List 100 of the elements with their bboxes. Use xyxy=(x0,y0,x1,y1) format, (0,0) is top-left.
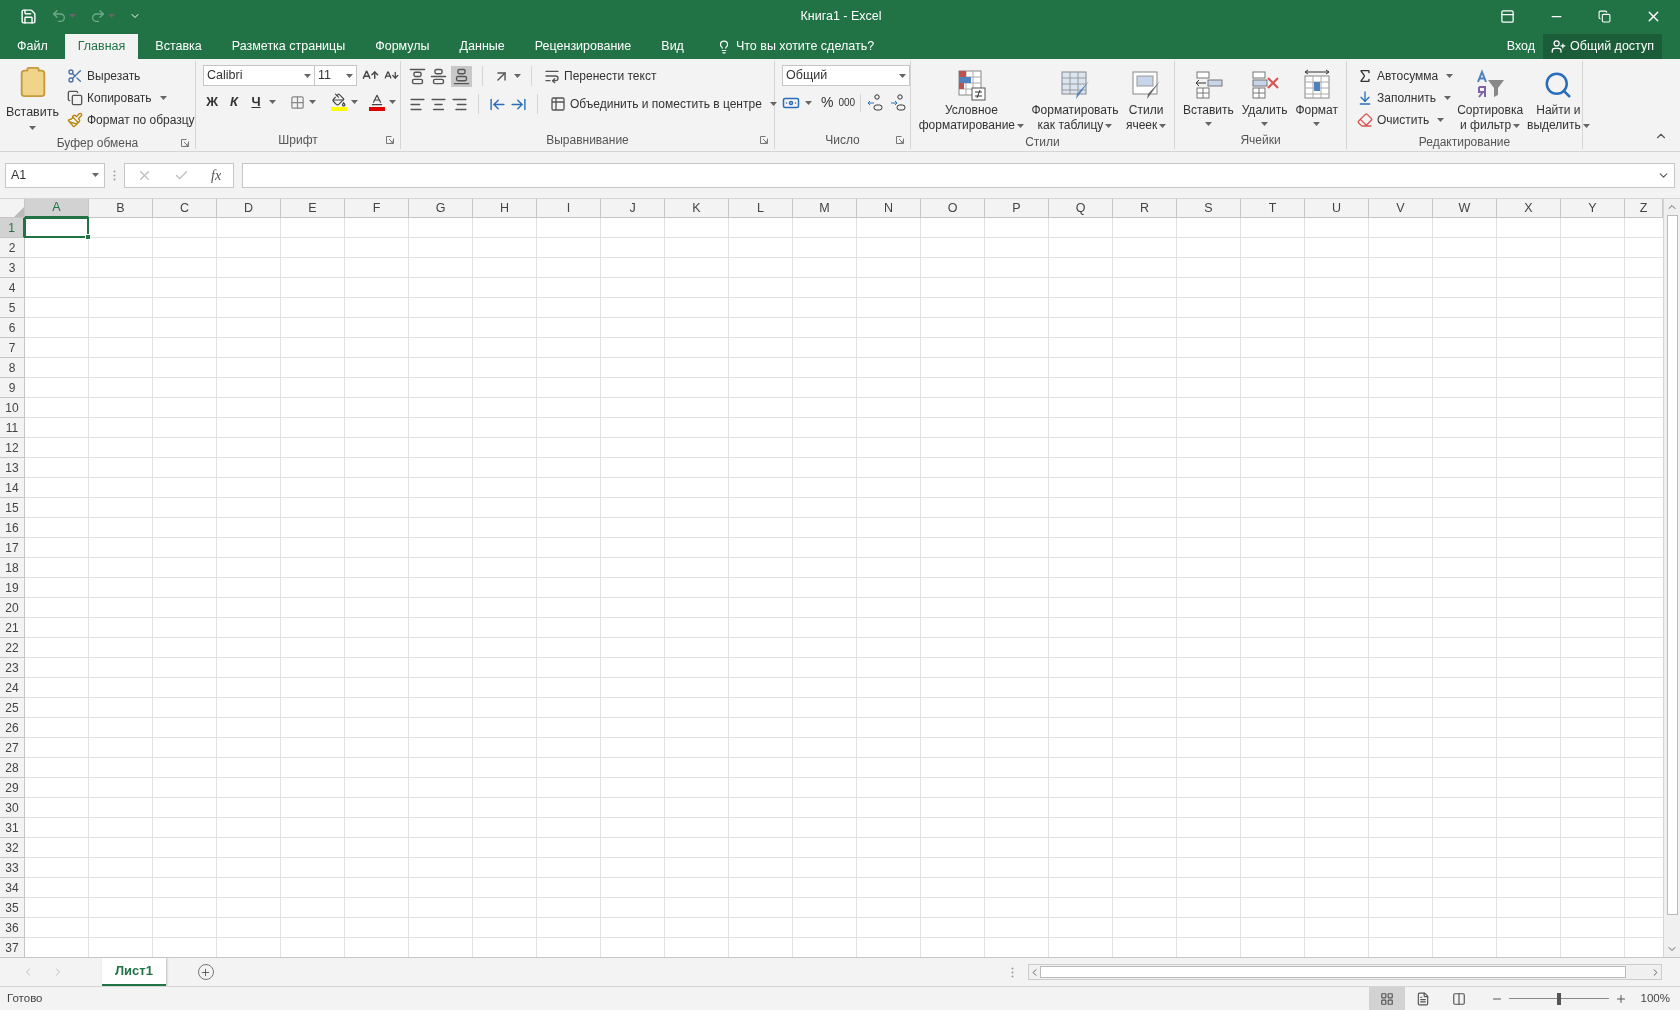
row-header[interactable]: 1 xyxy=(0,218,25,238)
row-header[interactable]: 36 xyxy=(0,918,25,938)
row-header[interactable]: 21 xyxy=(0,618,25,638)
font-color-icon[interactable] xyxy=(368,93,385,111)
align-top-icon[interactable] xyxy=(409,67,426,85)
fill-color-icon[interactable] xyxy=(330,93,347,111)
horizontal-scrollbar[interactable] xyxy=(1028,964,1662,980)
italic-button[interactable]: К xyxy=(225,92,243,112)
drag-handle-icon[interactable] xyxy=(1011,966,1014,978)
format-painter-button[interactable]: Формат по образцу xyxy=(65,109,197,131)
cell-styles-button[interactable]: Стили ячеек xyxy=(1123,65,1169,133)
row-header[interactable]: 14 xyxy=(0,478,25,498)
format-as-table-button[interactable]: Форматировать как таблицу xyxy=(1029,65,1121,133)
zoom-percentage[interactable]: 100% xyxy=(1640,989,1670,1008)
insert-function-button[interactable]: fx xyxy=(211,164,222,186)
align-bottom-icon[interactable] xyxy=(453,67,470,85)
zoom-slider-thumb[interactable] xyxy=(1556,992,1561,1005)
fill-button[interactable]: Заполнить xyxy=(1355,87,1456,109)
formula-input[interactable] xyxy=(242,162,1675,188)
fill-handle[interactable] xyxy=(85,234,91,240)
row-header[interactable]: 16 xyxy=(0,518,25,538)
wrap-text-button[interactable]: Перенести текст xyxy=(542,65,659,87)
zoom-slider[interactable] xyxy=(1508,992,1609,1005)
row-header[interactable]: 33 xyxy=(0,858,25,878)
ribbon-tab[interactable]: Данные xyxy=(446,34,518,59)
row-header[interactable]: 31 xyxy=(0,818,25,838)
thousands-separator-button[interactable]: 000 xyxy=(838,95,856,110)
row-header[interactable]: 32 xyxy=(0,838,25,858)
row-header[interactable]: 15 xyxy=(0,498,25,518)
row-header[interactable]: 6 xyxy=(0,318,25,338)
row-header[interactable]: 9 xyxy=(0,378,25,398)
row-header[interactable]: 26 xyxy=(0,718,25,738)
row-header[interactable]: 29 xyxy=(0,778,25,798)
percent-button[interactable]: % xyxy=(821,92,834,113)
row-header[interactable]: 25 xyxy=(0,698,25,718)
borders-icon[interactable] xyxy=(290,94,305,110)
row-header[interactable]: 34 xyxy=(0,878,25,898)
ribbon-display-icon[interactable] xyxy=(1500,8,1515,24)
underline-button[interactable]: Ч xyxy=(247,92,265,112)
row-header[interactable]: 19 xyxy=(0,578,25,598)
row-header[interactable]: 35 xyxy=(0,898,25,918)
row-header[interactable]: 23 xyxy=(0,658,25,678)
row-header[interactable]: 8 xyxy=(0,358,25,378)
row-header[interactable]: 5 xyxy=(0,298,25,318)
row-header[interactable]: 22 xyxy=(0,638,25,658)
merge-center-button[interactable]: Объединить и поместить в центре xyxy=(548,93,779,115)
dialog-launcher-icon[interactable] xyxy=(896,136,904,144)
dialog-launcher-icon[interactable] xyxy=(181,138,189,147)
row-header[interactable]: 18 xyxy=(0,558,25,578)
vertical-scrollbar[interactable] xyxy=(1663,199,1680,957)
conditional-formatting-button[interactable]: Условное форматирование xyxy=(916,65,1027,133)
row-header[interactable]: 20 xyxy=(0,598,25,618)
name-box[interactable]: A1 xyxy=(5,162,105,188)
row-header[interactable]: 11 xyxy=(0,418,25,438)
dialog-launcher-icon[interactable] xyxy=(386,136,394,144)
row-header[interactable]: 17 xyxy=(0,538,25,558)
save-icon[interactable] xyxy=(20,7,37,25)
ribbon-tab[interactable]: Вставка xyxy=(142,34,215,59)
ribbon-tab[interactable]: Файл xyxy=(4,34,61,59)
format-cells-button[interactable]: Формат xyxy=(1293,65,1341,130)
selected-cell[interactable] xyxy=(24,217,89,238)
row-header[interactable]: 3 xyxy=(0,258,25,278)
row-header[interactable]: 24 xyxy=(0,678,25,698)
normal-view-button[interactable] xyxy=(1368,986,1405,1010)
row-header[interactable]: 28 xyxy=(0,758,25,778)
row-header[interactable]: 37 xyxy=(0,938,25,957)
number-format-dropdown[interactable]: Общий xyxy=(782,65,910,86)
align-middle-icon[interactable] xyxy=(430,67,447,85)
row-header[interactable]: 30 xyxy=(0,798,25,818)
drag-handle-icon[interactable] xyxy=(113,169,116,181)
row-header[interactable]: 27 xyxy=(0,738,25,758)
copy-button[interactable]: Копировать xyxy=(65,87,197,109)
tell-me-button[interactable]: Что вы хотите сделать? xyxy=(706,34,885,59)
paste-button[interactable]: Вставить xyxy=(4,65,61,134)
bold-button[interactable]: Ж xyxy=(203,92,221,112)
row-header[interactable]: 2 xyxy=(0,238,25,258)
clear-button[interactable]: Очистить xyxy=(1355,109,1456,131)
row-header[interactable]: 12 xyxy=(0,438,25,458)
cell-grid[interactable] xyxy=(25,218,1663,957)
ribbon-tab[interactable]: Разметка страницы xyxy=(218,34,359,59)
insert-cells-button[interactable]: Вставить xyxy=(1180,65,1236,130)
font-size-dropdown[interactable]: 11 xyxy=(315,65,357,86)
sheet-tab[interactable]: Лист1 xyxy=(102,958,166,986)
row-header[interactable]: 7 xyxy=(0,338,25,358)
zoom-in-icon[interactable] xyxy=(1614,992,1627,1005)
font-name-dropdown[interactable]: Calibri xyxy=(203,65,315,86)
scrollbar-thumb[interactable] xyxy=(1040,966,1626,978)
ribbon-tab[interactable]: Главная xyxy=(64,34,139,59)
restore-icon[interactable] xyxy=(1598,9,1611,23)
ribbon-tab[interactable]: Рецензирование xyxy=(521,34,645,59)
ribbon-tab[interactable]: Формулы xyxy=(362,34,443,59)
delete-cells-button[interactable]: Удалить xyxy=(1239,65,1290,130)
row-header[interactable]: 10 xyxy=(0,398,25,418)
autosum-button[interactable]: Автосумма xyxy=(1355,65,1456,87)
row-header[interactable]: 13 xyxy=(0,458,25,478)
dialog-launcher-icon[interactable] xyxy=(760,136,768,144)
sign-in-link[interactable]: Вход xyxy=(1498,34,1543,59)
scrollbar-thumb[interactable] xyxy=(1666,215,1678,915)
ribbon-tab[interactable]: Вид xyxy=(648,34,697,59)
cut-button[interactable]: Вырезать xyxy=(65,65,197,87)
